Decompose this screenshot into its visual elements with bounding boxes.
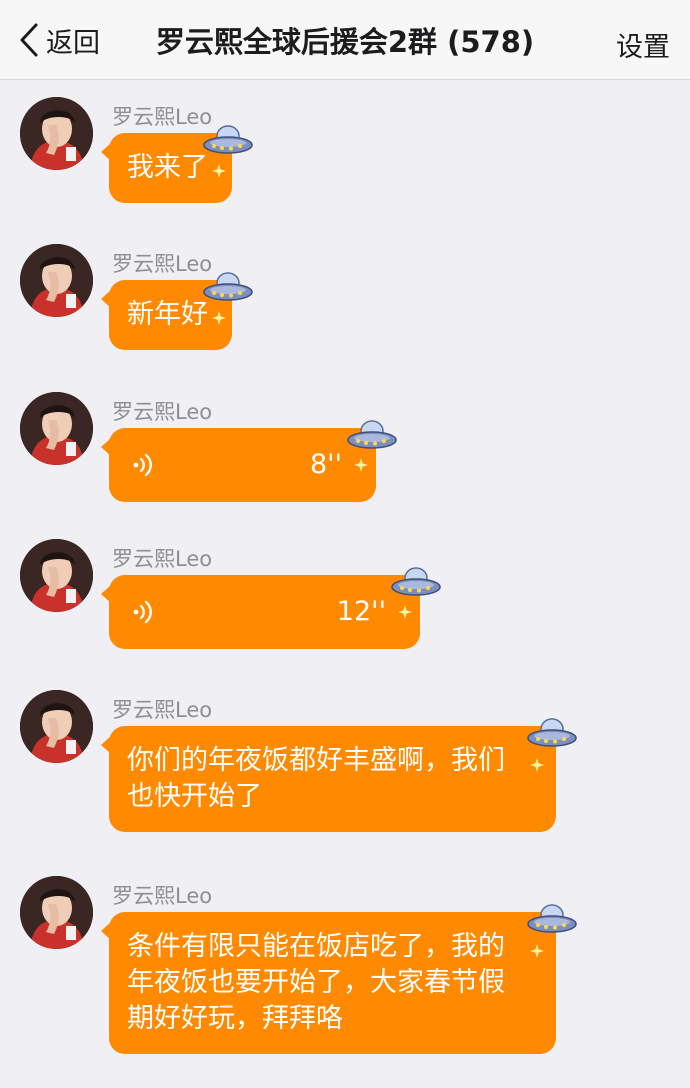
sender-name: 罗云熙Leo (112, 884, 213, 908)
message-text: 条件有限只能在饭店吃了，我的 年夜饭也要开始了，大家春节假 期好好玩，拜拜咯 (127, 931, 505, 1034)
back-button[interactable]: 返回 (18, 20, 100, 60)
avatar[interactable] (20, 244, 93, 317)
bubble-tail (101, 290, 111, 308)
back-label: 返回 (46, 27, 100, 59)
page-title: 罗云熙全球后援会2群 (578) (155, 25, 535, 59)
voice-wave-icon (131, 452, 157, 478)
settings-button[interactable]: 设置 (616, 25, 670, 64)
avatar[interactable] (20, 539, 93, 612)
sparkle-icon (530, 944, 544, 958)
sender-name: 罗云熙Leo (112, 400, 213, 424)
voice-message-bubble[interactable]: 12'' (101, 575, 420, 649)
sender-name: 罗云熙Leo (112, 547, 213, 571)
sparkle-icon (212, 311, 226, 325)
message-bubble[interactable]: 条件有限只能在饭店吃了，我的 年夜饭也要开始了，大家春节假 期好好玩，拜拜咯 (101, 912, 556, 1054)
avatar[interactable] (20, 876, 93, 949)
voice-wave-icon (131, 599, 157, 625)
navigation-bar: 返回 罗云熙全球后援会2群 (578) 设置 (0, 0, 690, 80)
bubble-tail (101, 922, 111, 940)
bubble-tail (101, 438, 111, 456)
sparkle-icon (398, 605, 412, 619)
sparkle-icon (212, 164, 226, 178)
voice-duration: 8'' (309, 449, 342, 480)
message-text: 你们的年夜饭都好丰盛啊，我们 也快开始了 (127, 745, 505, 812)
avatar[interactable] (20, 392, 93, 465)
ufo-icon (526, 716, 578, 752)
sender-name: 罗云熙Leo (112, 698, 213, 722)
sparkle-icon (530, 758, 544, 772)
avatar[interactable] (20, 97, 93, 170)
ufo-icon (202, 270, 254, 306)
ufo-icon (202, 123, 254, 159)
ufo-icon (526, 902, 578, 938)
voice-duration: 12'' (336, 596, 386, 627)
message-bubble[interactable]: 你们的年夜饭都好丰盛啊，我们 也快开始了 (101, 726, 556, 832)
message-bubble[interactable]: 新年好 (101, 280, 232, 350)
bubble-tail (101, 736, 111, 754)
message-text: 新年好 (127, 299, 208, 330)
bubble-tail (101, 143, 111, 161)
chevron-left-icon (20, 23, 38, 57)
sender-name: 罗云熙Leo (112, 105, 213, 129)
sender-name: 罗云熙Leo (112, 252, 213, 276)
sparkle-icon (354, 458, 368, 472)
message-text: 我来了 (127, 152, 208, 183)
avatar[interactable] (20, 690, 93, 763)
ufo-icon (346, 418, 398, 454)
bubble-tail (101, 585, 111, 603)
ufo-icon (390, 565, 442, 601)
message-bubble[interactable]: 我来了 (101, 133, 232, 203)
voice-message-bubble[interactable]: 8'' (101, 428, 376, 502)
